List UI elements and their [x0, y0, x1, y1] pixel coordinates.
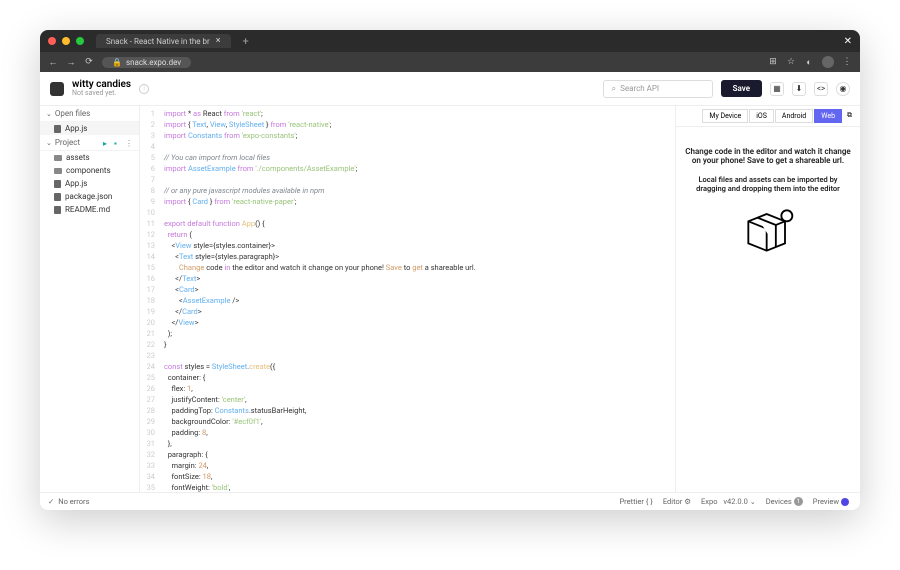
search-placeholder: Search API — [620, 84, 659, 93]
window-menu-icon[interactable]: ✕ — [844, 36, 852, 47]
toggle-on-icon — [841, 498, 849, 506]
chevron-down-icon: ⌄ — [46, 110, 52, 118]
expo-logo-icon — [50, 82, 64, 96]
tab-android[interactable]: Android — [775, 109, 813, 123]
menu-icon[interactable]: ⋮ — [842, 57, 852, 67]
extension2-icon[interactable]: ◐ — [804, 57, 814, 68]
code-content[interactable]: import * as React from 'react'; import {… — [160, 106, 675, 492]
gear-icon: ⚙ — [684, 497, 691, 506]
tab-ios[interactable]: iOS — [749, 109, 774, 123]
project-file-item[interactable]: README.md — [40, 203, 139, 216]
search-input[interactable]: ⌕ Search API — [603, 80, 713, 98]
browser-tab[interactable]: Snack - React Native in the br × — [96, 34, 231, 48]
new-tab-button[interactable]: + — [243, 35, 249, 48]
back-icon[interactable]: ← — [48, 57, 58, 68]
preview-message-2: Local files and assets can be imported b… — [684, 175, 852, 193]
code-editor[interactable]: 1 2 3 4 5 6 7 8 9 10 11 12 13 14 15 16 1… — [140, 106, 675, 492]
cube-illustration-icon — [741, 203, 796, 258]
tab-web[interactable]: Web — [814, 109, 842, 123]
new-folder-icon[interactable]: ▪ — [114, 139, 122, 147]
file-icon — [54, 193, 61, 201]
editor-settings-button[interactable]: Editor ⚙ — [660, 497, 694, 506]
maximize-window-icon[interactable] — [76, 37, 84, 45]
profile-avatar-icon[interactable] — [822, 56, 834, 68]
open-files-header[interactable]: ⌄ Open files — [40, 106, 139, 122]
preview-message-1: Change code in the editor and watch it c… — [684, 147, 852, 165]
minimize-window-icon[interactable] — [62, 37, 70, 45]
app-header: witty candies Not saved yet. i ⌕ Search … — [40, 72, 860, 106]
folder-icon — [54, 168, 62, 174]
file-icon — [54, 125, 61, 133]
embed-icon[interactable]: <> — [814, 82, 828, 96]
tab-my-device[interactable]: My Device — [702, 109, 748, 123]
project-header[interactable]: ⌄ Project ▸ ▪ ⋮ — [40, 135, 139, 151]
star-icon[interactable]: ☆ — [786, 57, 796, 67]
folder-icon — [54, 155, 62, 161]
line-gutter: 1 2 3 4 5 6 7 8 9 10 11 12 13 14 15 16 1… — [140, 106, 160, 492]
open-file-item[interactable]: App.js — [40, 122, 139, 135]
status-bar: ✓ No errors Prettier { } Editor ⚙ Expo v… — [40, 492, 860, 510]
lock-icon: 🔒 — [112, 58, 122, 67]
url-text: snack.expo.dev — [126, 58, 181, 67]
prettier-button[interactable]: Prettier { } — [616, 497, 655, 506]
reload-icon[interactable]: ⟳ — [84, 57, 94, 67]
devices-button[interactable]: Devices 1 — [763, 497, 806, 506]
url-field[interactable]: 🔒 snack.expo.dev — [102, 57, 191, 68]
preview-panel: My Device iOS Android Web ⧉ Change code … — [675, 106, 860, 492]
project-subtitle: Not saved yet. — [72, 90, 131, 98]
url-bar: ← → ⟳ 🔒 snack.expo.dev ⊞ ☆ ◐ ⋮ — [40, 52, 860, 72]
tab-title: Snack - React Native in the br — [106, 37, 210, 46]
close-tab-icon[interactable]: × — [216, 36, 221, 46]
settings-icon[interactable]: ◉ — [836, 82, 850, 96]
project-file-item[interactable]: components — [40, 164, 139, 177]
project-title-block[interactable]: witty candies Not saved yet. — [72, 79, 131, 98]
chevron-down-icon: ⌄ — [46, 139, 52, 147]
new-file-icon[interactable]: ▸ — [103, 139, 111, 147]
main-body: ⌄ Open files App.js ⌄ Project ▸ ▪ ⋮ asse… — [40, 106, 860, 492]
check-icon: ✓ — [48, 497, 54, 506]
file-icon — [54, 180, 61, 188]
chevron-down-icon: ⌄ — [750, 498, 756, 506]
expo-version-button[interactable]: Expo v42.0.0 ⌄ — [698, 497, 759, 506]
sidebar: ⌄ Open files App.js ⌄ Project ▸ ▪ ⋮ asse… — [40, 106, 140, 492]
popout-icon[interactable]: ⧉ — [843, 109, 856, 123]
project-file-item[interactable]: package.json — [40, 190, 139, 203]
browser-window: Snack - React Native in the br × + ✕ ← →… — [40, 30, 860, 510]
download-icon[interactable]: ⬇ — [792, 82, 806, 96]
project-file-item[interactable]: App.js — [40, 177, 139, 190]
close-window-icon[interactable] — [48, 37, 56, 45]
search-icon: ⌕ — [612, 84, 616, 94]
info-icon[interactable]: i — [139, 84, 149, 94]
import-icon[interactable]: ⋮ — [125, 139, 133, 147]
device-tabs: My Device iOS Android Web ⧉ — [676, 106, 860, 127]
preview-body: Change code in the editor and watch it c… — [676, 127, 860, 492]
forward-icon[interactable]: → — [66, 57, 76, 68]
qr-icon[interactable]: ▦ — [770, 82, 784, 96]
project-file-item[interactable]: assets — [40, 151, 139, 164]
save-button[interactable]: Save — [721, 80, 762, 97]
extension-icon[interactable]: ⊞ — [768, 57, 778, 67]
titlebar: Snack - React Native in the br × + ✕ — [40, 30, 860, 52]
file-icon — [54, 206, 61, 214]
errors-label[interactable]: No errors — [58, 497, 89, 506]
preview-toggle[interactable]: Preview — [810, 497, 852, 506]
